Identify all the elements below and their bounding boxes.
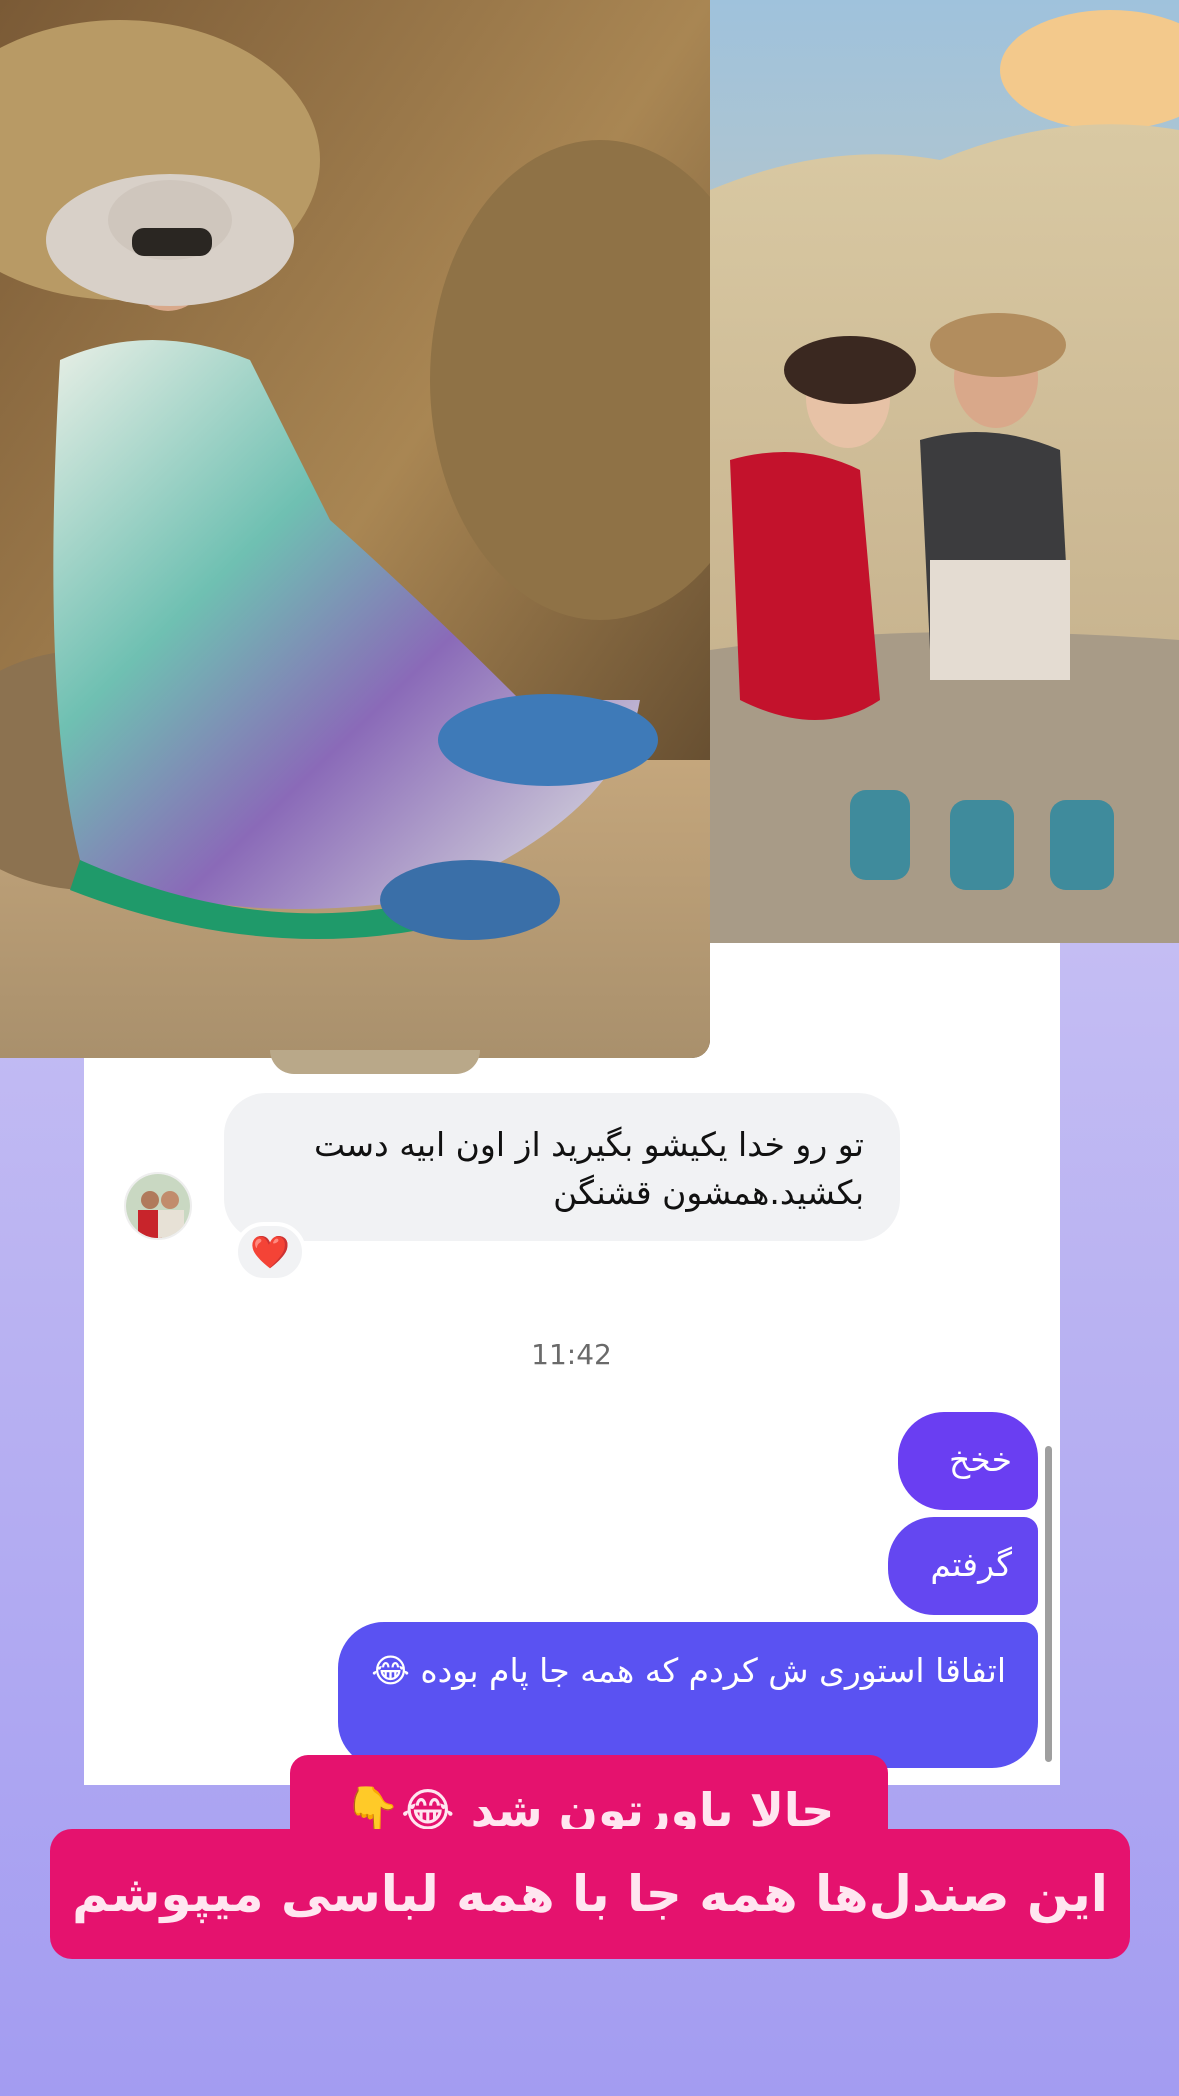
outgoing-message[interactable]: خخخ xyxy=(898,1412,1038,1510)
photo-woman-in-cave xyxy=(0,0,710,1058)
photo-woman-in-cave-icon xyxy=(0,0,710,1058)
previous-image-message[interactable] xyxy=(270,1050,480,1074)
outgoing-message[interactable]: اتفاقا استوری ش کردم که همه جا پام بوده … xyxy=(338,1622,1038,1768)
scrollbar[interactable] xyxy=(1045,1446,1052,1762)
caption-line-2: این صندل‌ها همه جا با همه لباسی میپوشم xyxy=(50,1829,1130,1959)
incoming-message[interactable]: تو رو خدا یکیشو بگیرید از اون ابیه دست ب… xyxy=(224,1093,900,1241)
photo-couple-on-rocks xyxy=(710,0,1179,943)
message-timestamp: 11:42 xyxy=(531,1338,612,1371)
avatar[interactable] xyxy=(124,1172,192,1240)
photo-couple-on-rocks-icon xyxy=(710,0,1179,943)
outgoing-message[interactable]: گرفتم xyxy=(888,1517,1038,1615)
heart-reaction-icon[interactable]: ❤️ xyxy=(234,1222,306,1282)
